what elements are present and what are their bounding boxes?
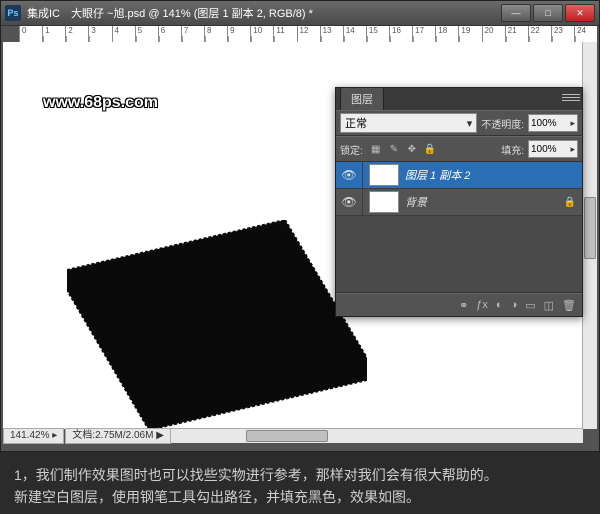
lock-transparent-icon[interactable]: ▦: [369, 142, 383, 156]
ruler-mark: 7: [181, 26, 204, 42]
status-bar: 141.42% ▸ 文档:2.75M/2.06M ▶: [3, 429, 172, 443]
ruler-mark: 16: [389, 26, 412, 42]
photoshop-window: Ps 集成IC 大眼仔 ~旭.psd @ 141% (图层 1 副本 2, RG…: [0, 0, 600, 452]
ruler-mark: 13: [320, 26, 343, 42]
fill-field[interactable]: 100%: [528, 140, 578, 158]
ruler-vertical: [3, 42, 20, 429]
ruler-mark: 8: [204, 26, 227, 42]
link-layers-icon[interactable]: ⚭: [459, 299, 468, 312]
zoom-level[interactable]: 141.42% ▸: [3, 428, 64, 444]
lock-label: 锁定:: [340, 142, 363, 157]
scrollbar-horizontal[interactable]: [101, 428, 583, 443]
window-title: 集成IC 大眼仔 ~旭.psd @ 141% (图层 1 副本 2, RGB/8…: [27, 5, 501, 21]
titlebar: Ps 集成IC 大眼仔 ~旭.psd @ 141% (图层 1 副本 2, RG…: [1, 1, 599, 26]
ruler-mark: 23: [551, 26, 574, 42]
ruler-mark: 17: [412, 26, 435, 42]
black-chip-shape: [67, 220, 367, 429]
watermark-text: www.68ps.com: [43, 94, 158, 112]
lock-all-icon[interactable]: 🔒: [423, 142, 437, 156]
layers-panel[interactable]: 图层 正常 不透明度: 100% 锁定: ▦ ✎ ✥ 🔒 填充: 100% 👁 图…: [335, 87, 583, 317]
ruler-mark: 15: [366, 26, 389, 42]
opacity-field[interactable]: 100%: [528, 114, 578, 132]
ruler-mark: 22: [528, 26, 551, 42]
layers-list: 👁 图层 1 副本 2 👁 背景🔒: [336, 162, 582, 216]
panel-tabs: 图层: [336, 88, 582, 110]
layer-row[interactable]: 👁 图层 1 副本 2: [336, 162, 582, 189]
blend-mode-dropdown[interactable]: 正常: [340, 113, 477, 133]
ruler-mark: 4: [112, 26, 135, 42]
opacity-label: 不透明度:: [481, 116, 524, 131]
ruler-mark: 24: [574, 26, 597, 42]
scrollbar-thumb[interactable]: [246, 430, 328, 442]
ruler-mark: 9: [227, 26, 250, 42]
delete-layer-icon[interactable]: 🗑: [562, 299, 576, 312]
ruler-mark: 19: [458, 26, 481, 42]
visibility-eye-icon[interactable]: 👁: [336, 162, 363, 188]
doc-size: 文档:2.75M/2.06M ▶: [65, 428, 171, 444]
visibility-eye-icon[interactable]: 👁: [336, 189, 363, 215]
lock-position-icon[interactable]: ✥: [405, 142, 419, 156]
maximize-button[interactable]: □: [533, 4, 563, 22]
caption-line-2: 新建空白图层，使用钢笔工具勾出路径，并填充黑色，效果如图。: [14, 486, 586, 508]
adjustment-icon[interactable]: ◑: [511, 299, 518, 311]
mask-icon[interactable]: ◐: [496, 299, 503, 311]
ruler-mark: 5: [135, 26, 158, 42]
layer-thumbnail[interactable]: [369, 191, 399, 213]
tutorial-caption: 1，我们制作效果图时也可以找些实物进行参考，那样对我们会有很大帮助的。 新建空白…: [0, 458, 600, 514]
ruler-mark: 20: [482, 26, 505, 42]
layer-thumbnail[interactable]: [369, 164, 399, 186]
new-layer-icon[interactable]: ◫: [544, 299, 554, 312]
ruler-mark: 10: [250, 26, 273, 42]
ruler-mark: 0: [19, 26, 42, 42]
layer-name: 背景: [405, 194, 564, 210]
ruler-mark: 11: [273, 26, 296, 42]
fx-icon[interactable]: ƒx: [476, 299, 488, 311]
close-button[interactable]: ✕: [565, 4, 595, 22]
lock-options: ▦ ✎ ✥ 🔒: [369, 142, 437, 156]
lock-pixels-icon[interactable]: ✎: [387, 142, 401, 156]
ruler-mark: 2: [65, 26, 88, 42]
fill-label: 填充:: [501, 142, 524, 157]
panel-menu-icon[interactable]: [562, 90, 580, 104]
caption-line-1: 1，我们制作效果图时也可以找些实物进行参考，那样对我们会有很大帮助的。: [14, 464, 586, 486]
ruler-mark: 14: [343, 26, 366, 42]
layers-empty-area[interactable]: [336, 216, 582, 293]
layer-name: 图层 1 副本 2: [405, 167, 582, 183]
ruler-horizontal: 0123456789101112131415161718192021222324: [19, 26, 597, 43]
app-icon: Ps: [5, 5, 21, 21]
ruler-mark: 6: [158, 26, 181, 42]
ruler-mark: 12: [297, 26, 320, 42]
ruler-mark: 1: [42, 26, 65, 42]
ruler-mark: 3: [88, 26, 111, 42]
panel-footer: ⚭ ƒx ◐ ◑ ▭ ◫ 🗑: [336, 293, 582, 316]
scrollbar-thumb[interactable]: [584, 197, 596, 259]
ruler-mark: 21: [505, 26, 528, 42]
scrollbar-vertical[interactable]: [582, 42, 597, 429]
layer-row[interactable]: 👁 背景🔒: [336, 189, 582, 216]
tab-layers[interactable]: 图层: [340, 87, 384, 110]
group-icon[interactable]: ▭: [525, 299, 535, 312]
minimize-button[interactable]: —: [501, 4, 531, 22]
lock-icon: 🔒: [564, 197, 576, 208]
ruler-mark: 18: [435, 26, 458, 42]
